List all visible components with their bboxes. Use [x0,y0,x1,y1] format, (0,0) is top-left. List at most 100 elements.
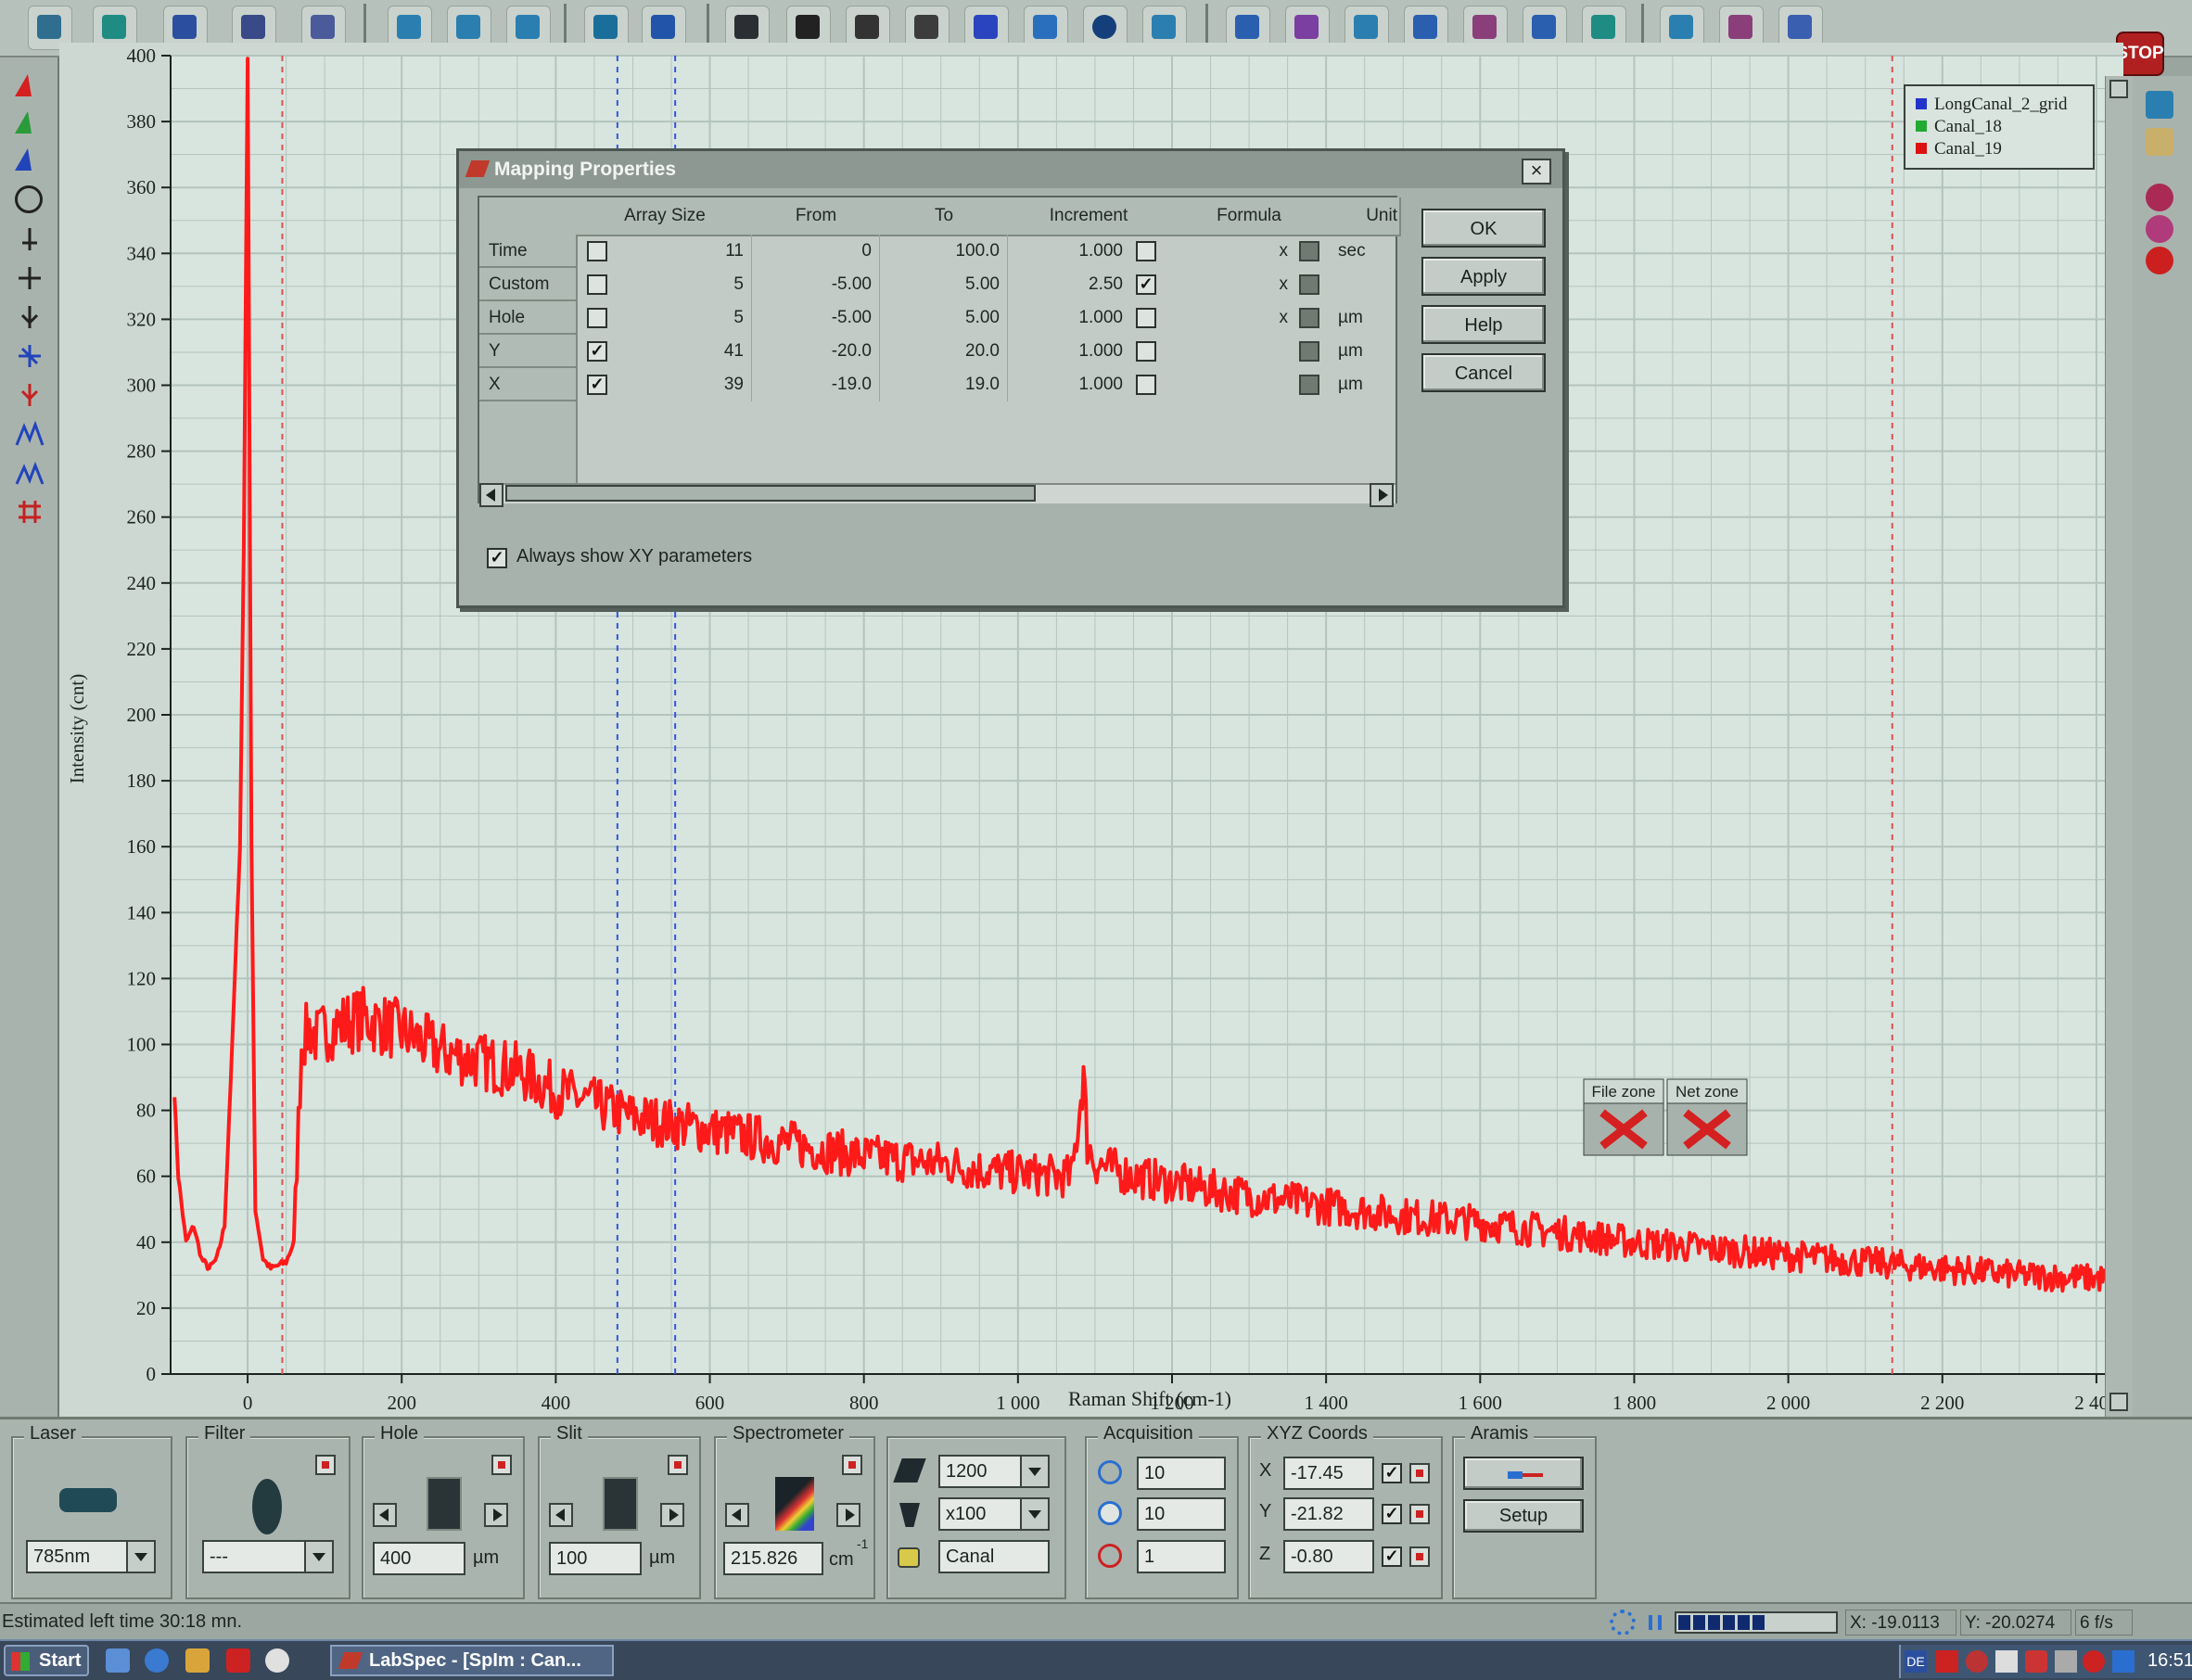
hole-input[interactable]: 400 [373,1542,465,1575]
blue-arrow-icon[interactable] [15,148,32,171]
increment-checkbox-custom[interactable]: ✓ [1136,274,1156,295]
antivirus-icon[interactable] [2025,1650,2047,1673]
ok-button[interactable]: OK [1421,209,1546,248]
labspec-quicklaunch-icon[interactable] [226,1648,250,1673]
red-circle-icon[interactable] [2146,184,2173,211]
hole-increase-icon[interactable] [484,1503,508,1527]
slit-toggle-icon[interactable] [668,1455,688,1475]
tray-record-icon[interactable] [2083,1650,2105,1673]
grid-red-icon[interactable] [15,497,45,527]
from-time[interactable]: 0 [752,235,880,268]
magenta-circle-icon[interactable] [2146,215,2173,243]
to-time[interactable]: 100.0 [880,235,1008,268]
scroll-left-icon[interactable] [479,483,503,507]
z-coord-input[interactable]: -0.80 [1283,1540,1374,1573]
sample-name-input[interactable]: Canal [938,1540,1050,1573]
slit-input[interactable]: 100 [549,1542,642,1575]
green-arrow-icon[interactable] [15,111,32,134]
z-coord-checkbox[interactable]: ✓ [1382,1546,1402,1567]
record-icon[interactable] [2146,247,2173,274]
aramis-laser-button[interactable] [1463,1457,1584,1490]
tray-display-icon[interactable] [2112,1650,2135,1673]
earth-icon[interactable] [145,1648,169,1673]
repeat-count-input[interactable]: 1 [1137,1540,1226,1573]
x-coord-go-icon[interactable] [1409,1463,1430,1483]
red-arrow-icon[interactable] [15,74,32,96]
array-size-y[interactable]: 41 [615,335,752,368]
increment-time[interactable]: 1.000 [1008,235,1130,268]
increment-checkbox-x[interactable] [1136,375,1156,395]
peak-marker-icon[interactable] [15,302,45,332]
accumulation-input[interactable]: 10 [1137,1497,1226,1531]
pause-icon[interactable] [1649,1615,1662,1630]
array-size-custom[interactable]: 5 [615,268,752,301]
peaks-blue-icon[interactable] [15,419,45,449]
scroll-right-icon[interactable] [1370,483,1394,507]
file-zone-widget[interactable]: File zone [1583,1078,1664,1156]
blue-cursor-icon[interactable] [15,341,45,371]
hole-toggle-icon[interactable] [491,1455,512,1475]
scroll-down-arrow-icon[interactable] [2109,1393,2128,1411]
red-cursor-icon[interactable] [15,380,45,410]
array-size-x[interactable]: 39 [615,368,752,401]
row-checkbox-y[interactable]: ✓ [587,341,607,362]
from-x[interactable]: -19.0 [752,368,880,401]
scroll-thumb[interactable] [505,485,1036,502]
apply-button[interactable]: Apply [1421,257,1546,296]
row-checkbox-custom[interactable] [587,274,607,295]
laser-select[interactable]: 785nm [26,1540,156,1573]
to-custom[interactable]: 5.00 [880,268,1008,301]
peaks-blue-alt-icon[interactable] [15,458,45,488]
x-coord-input[interactable]: -17.45 [1283,1457,1374,1490]
yellow-panel-icon[interactable] [2146,128,2173,156]
zoom-icon[interactable] [15,185,43,213]
objective-select[interactable]: x100 [938,1497,1050,1531]
scroll-up-arrow-icon[interactable] [2109,80,2128,98]
vertical-scrollbar[interactable] [2105,76,2133,1430]
formula-checkbox-custom[interactable] [1299,274,1319,295]
to-x[interactable]: 19.0 [880,368,1008,401]
formula-checkbox-time[interactable] [1299,241,1319,261]
increment-checkbox-time[interactable] [1136,241,1156,261]
y-coord-input[interactable]: -21.82 [1283,1497,1374,1531]
increment-hole[interactable]: 1.000 [1008,301,1130,335]
spectrometer-increase-icon[interactable] [836,1503,860,1527]
help-button[interactable]: Help [1421,305,1546,344]
increment-checkbox-y[interactable] [1136,341,1156,362]
increment-y[interactable]: 1.000 [1008,335,1130,368]
network-icon[interactable] [1936,1650,1958,1673]
formula-checkbox-x[interactable] [1299,375,1319,395]
from-custom[interactable]: -5.00 [752,268,880,301]
y-coord-go-icon[interactable] [1409,1504,1430,1524]
always-show-xy-checkbox[interactable]: ✓ [487,548,507,568]
crosshair-icon[interactable] [15,263,45,293]
spectrometer-decrease-icon[interactable] [725,1503,749,1527]
array-size-hole[interactable]: 5 [615,301,752,335]
hole-decrease-icon[interactable] [373,1503,397,1527]
filter-toggle-icon[interactable] [315,1455,336,1475]
x-coord-checkbox[interactable]: ✓ [1382,1463,1402,1483]
blue-panel-icon[interactable] [2146,91,2173,119]
acquisition-time-input[interactable]: 10 [1137,1457,1226,1490]
grid-horizontal-scrollbar[interactable] [479,483,1395,507]
increment-x[interactable]: 1.000 [1008,368,1130,401]
grating-select[interactable]: 1200 [938,1455,1050,1488]
to-hole[interactable]: 5.00 [880,301,1008,335]
ie-icon[interactable] [106,1648,130,1673]
dialog-title-bar[interactable]: Mapping Properties [459,151,1562,188]
filter-select[interactable]: --- [202,1540,334,1573]
labspec-task-button[interactable]: LabSpec - [SpIm : Can... [330,1645,614,1676]
from-y[interactable]: -20.0 [752,335,880,368]
cursor-tool-icon[interactable] [15,224,45,254]
row-checkbox-x[interactable]: ✓ [587,375,607,395]
formula-checkbox-hole[interactable] [1299,308,1319,328]
spectrometer-input[interactable]: 215.826 [723,1542,823,1575]
array-size-time[interactable]: 11 [615,235,752,268]
tray-red-icon[interactable] [1966,1650,1988,1673]
to-y[interactable]: 20.0 [880,335,1008,368]
row-checkbox-hole[interactable] [587,308,607,328]
slit-increase-icon[interactable] [660,1503,684,1527]
y-coord-checkbox[interactable]: ✓ [1382,1504,1402,1524]
dialog-close-button[interactable]: × [1522,159,1551,185]
increment-custom[interactable]: 2.50 [1008,268,1130,301]
